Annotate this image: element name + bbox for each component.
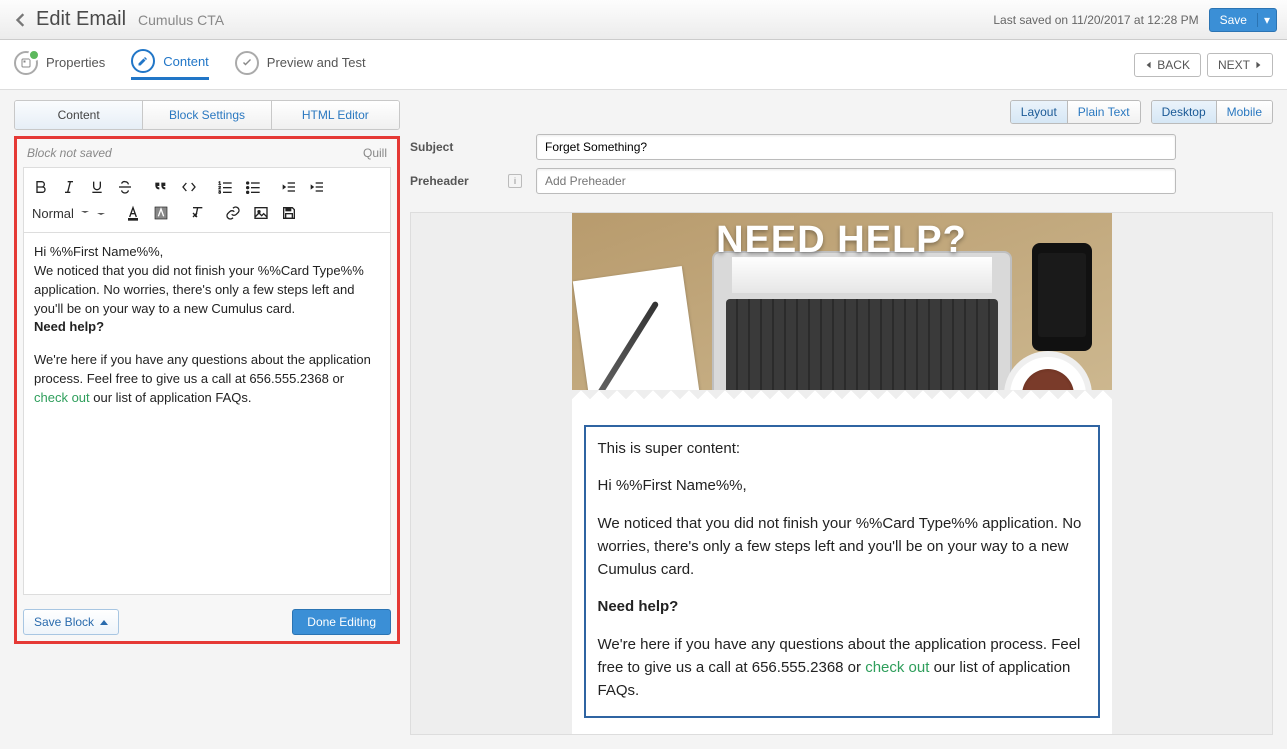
desktop-toggle[interactable]: Desktop [1152,101,1216,123]
paragraph-style-label: Normal [32,206,74,221]
editor-line-bold: Need help? [34,319,104,334]
step-properties[interactable]: Properties [14,51,105,79]
pencil-icon [131,49,155,73]
editor-line: Hi %%First Name%%, [34,243,380,262]
save-icon[interactable] [280,204,298,222]
font-color-icon[interactable] [124,204,142,222]
top-bar: Edit Email Cumulus CTA Last saved on 11/… [0,0,1287,40]
editor-tabs: Content Block Settings HTML Editor [14,100,400,130]
preview-line: This is super content: [598,437,1086,460]
save-block-button[interactable]: Save Block [23,609,119,635]
italic-icon[interactable] [60,178,78,196]
rich-text-toolbar: 123 Normal [23,167,391,233]
preheader-label: Preheader [410,174,494,188]
layout-toggle[interactable]: Layout [1011,101,1067,123]
step-content-label: Content [163,54,209,69]
back-chevron-icon[interactable] [10,10,30,30]
back-button[interactable]: BACK [1134,53,1201,77]
preheader-input[interactable] [536,168,1176,194]
preview-line: Hi %%First Name%%, [598,474,1086,497]
ordered-list-icon[interactable]: 123 [216,178,234,196]
check-icon [235,51,259,75]
unordered-list-icon[interactable] [244,178,262,196]
paragraph-style-select[interactable]: Normal [32,206,106,221]
back-button-label: BACK [1157,58,1190,72]
code-block-icon[interactable] [180,178,198,196]
page-title: Edit Email [36,8,126,31]
preview-line: We're here if you have any questions abo… [598,633,1086,703]
underline-icon[interactable] [88,178,106,196]
editor-line: We're here if you have any questions abo… [34,351,380,408]
info-icon[interactable]: i [508,174,522,188]
email-preview: NEED HELP? This is super content: Hi %%F… [410,212,1273,735]
step-content[interactable]: Content [131,49,209,80]
save-button-label: Save [1210,13,1257,27]
view-mode-segment: Layout Plain Text [1010,100,1141,124]
subject-label: Subject [410,140,494,154]
checkout-link[interactable]: check out [34,390,90,405]
next-button[interactable]: NEXT [1207,53,1273,77]
bold-icon[interactable] [32,178,50,196]
preview-line-bold: Need help? [598,598,679,615]
svg-text:3: 3 [218,190,221,195]
properties-icon [14,51,38,75]
save-block-label: Save Block [34,615,94,629]
rich-text-editor[interactable]: Hi %%First Name%%, We noticed that you d… [23,233,391,595]
preview-checkout-link[interactable]: check out [865,659,929,676]
mobile-toggle[interactable]: Mobile [1216,101,1272,123]
strike-icon[interactable] [116,178,134,196]
subject-input[interactable] [536,134,1176,160]
indent-icon[interactable] [308,178,326,196]
tab-block-settings[interactable]: Block Settings [142,101,270,129]
image-icon[interactable] [252,204,270,222]
page-subtitle: Cumulus CTA [138,12,224,28]
step-properties-label: Properties [46,55,105,70]
editor-highlight-box: Block not saved Quill 1 [14,136,400,644]
step-preview-label: Preview and Test [267,55,366,70]
caret-up-icon [100,620,108,625]
save-button[interactable]: Save ▾ [1209,8,1277,32]
editor-line: We noticed that you did not finish your … [34,262,380,319]
link-icon[interactable] [224,204,242,222]
quill-link[interactable]: Quill [363,146,387,160]
last-saved-text: Last saved on 11/20/2017 at 12:28 PM [993,13,1198,27]
outdent-icon[interactable] [280,178,298,196]
bg-color-icon[interactable] [152,204,170,222]
tab-content[interactable]: Content [15,101,142,129]
plaintext-toggle[interactable]: Plain Text [1067,101,1140,123]
next-button-label: NEXT [1218,58,1250,72]
device-segment: Desktop Mobile [1151,100,1273,124]
save-dropdown-icon[interactable]: ▾ [1257,13,1276,27]
preview-content-block[interactable]: This is super content: Hi %%First Name%%… [584,425,1100,718]
hero-text: NEED HELP? [572,219,1112,262]
done-editing-button[interactable]: Done Editing [292,609,391,635]
clear-format-icon[interactable] [188,204,206,222]
step-preview[interactable]: Preview and Test [235,51,366,79]
step-bar: Properties Content Preview and Test BACK… [0,40,1287,90]
hero-image: NEED HELP? [572,213,1112,403]
blockquote-icon[interactable] [152,178,170,196]
block-status: Block not saved [27,146,112,160]
preview-line: We noticed that you did not finish your … [598,512,1086,582]
tab-html-editor[interactable]: HTML Editor [271,101,399,129]
